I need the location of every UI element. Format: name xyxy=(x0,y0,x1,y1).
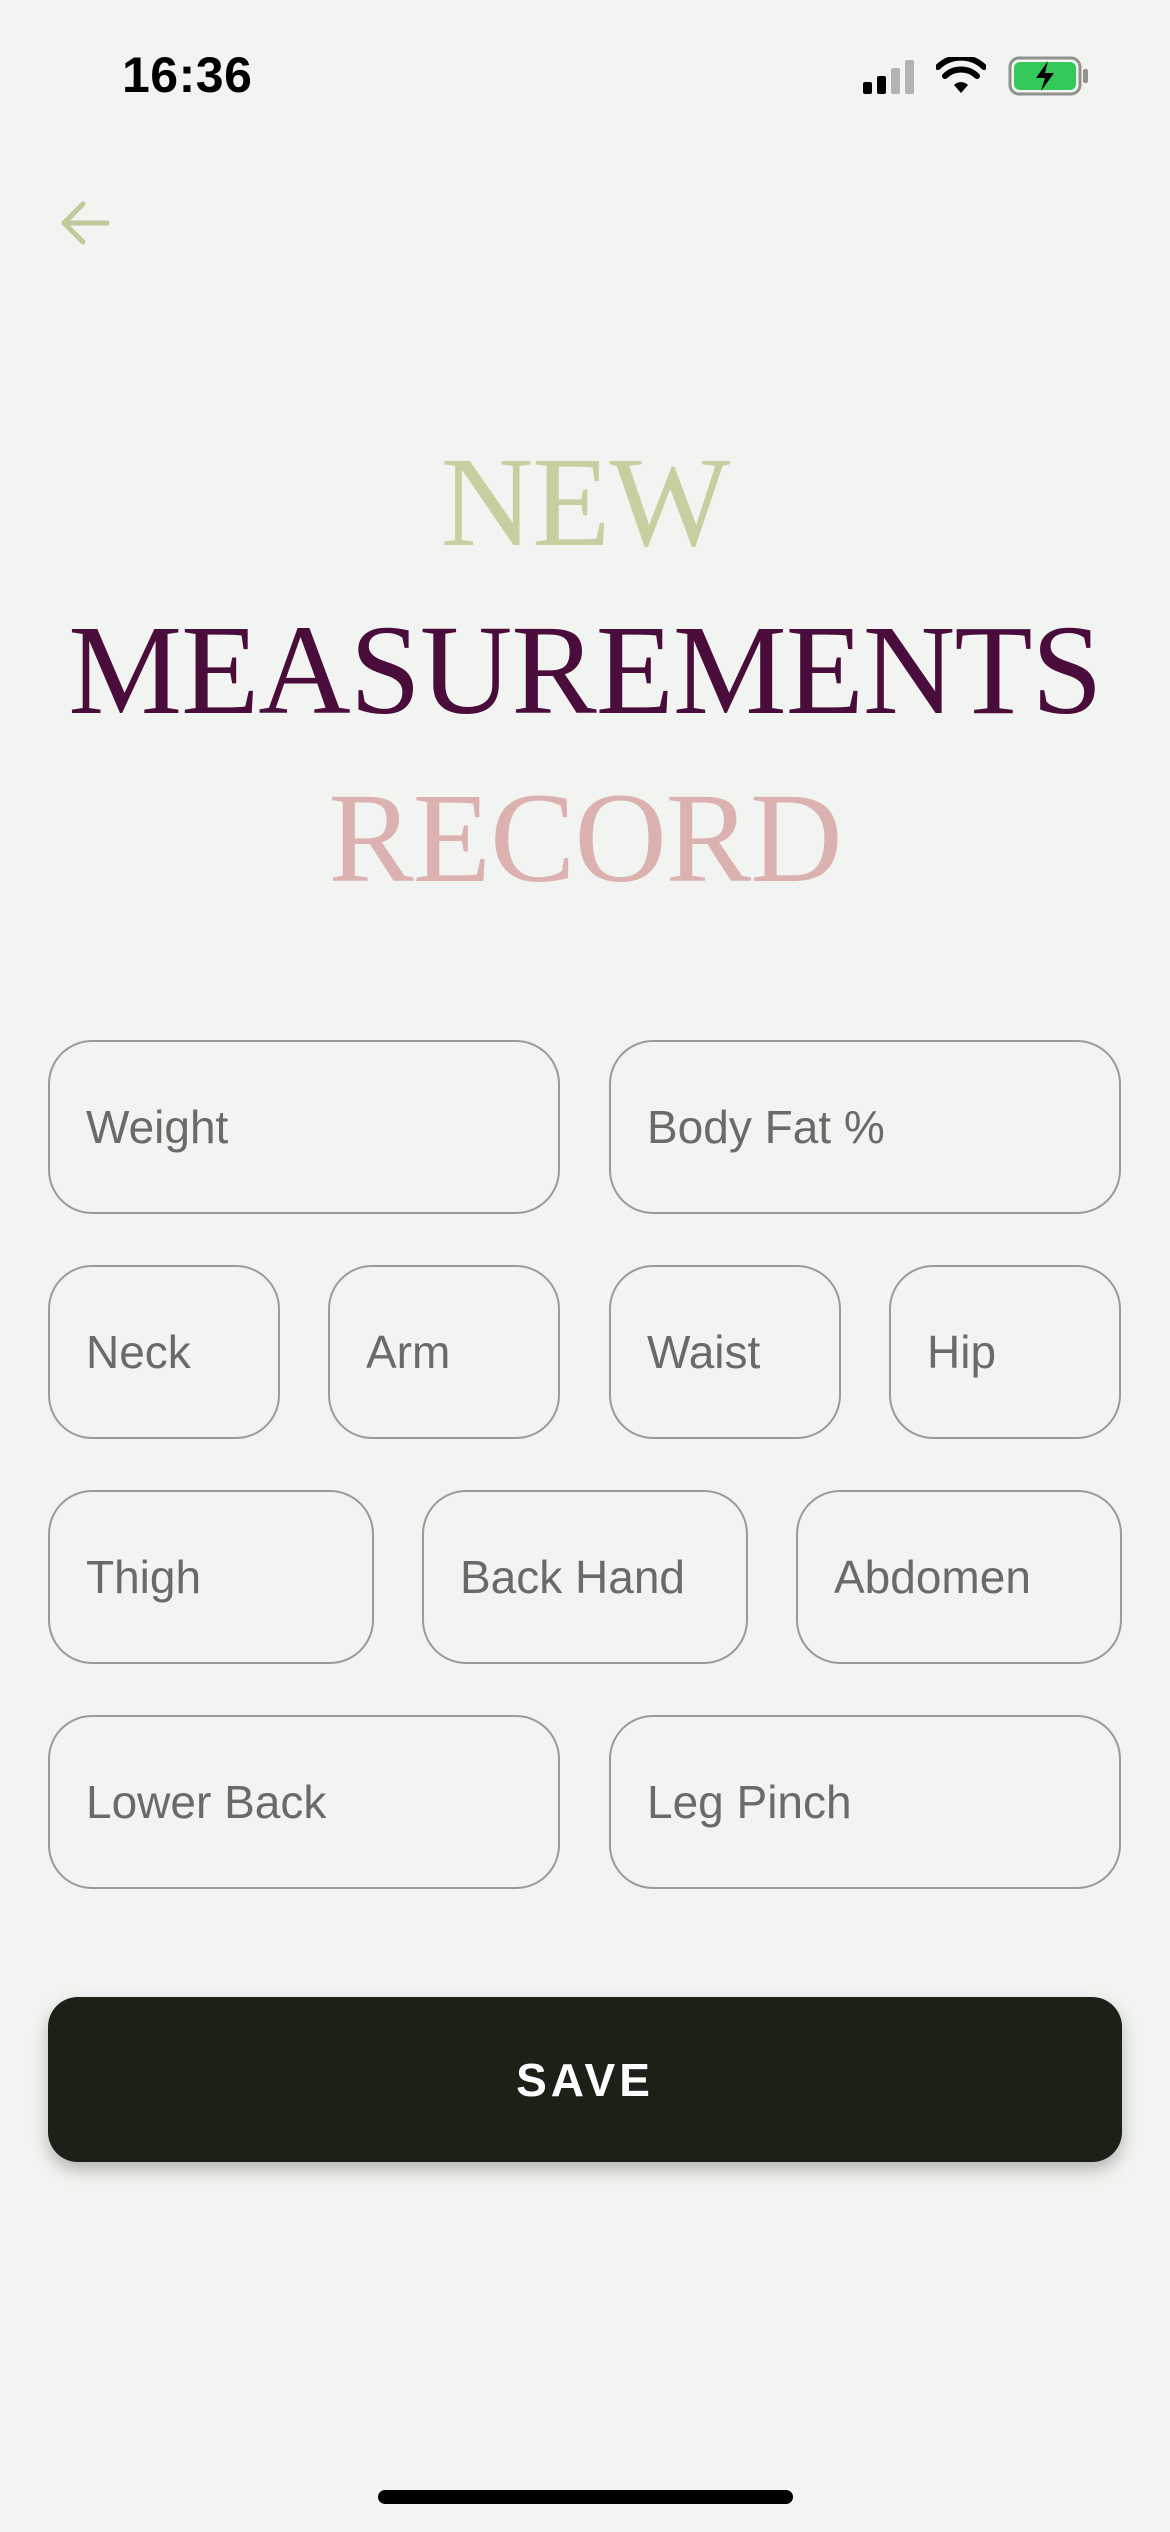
arm-field[interactable] xyxy=(328,1265,560,1439)
back-hand-field[interactable] xyxy=(422,1490,748,1664)
body-fat-field[interactable] xyxy=(609,1040,1121,1214)
lower-back-field[interactable] xyxy=(48,1715,560,1889)
page-title: NEW MEASUREMENTS RECORD xyxy=(0,418,1170,922)
weight-input[interactable] xyxy=(86,1100,558,1154)
waist-input[interactable] xyxy=(647,1325,839,1379)
arm-input[interactable] xyxy=(366,1325,558,1379)
home-indicator[interactable] xyxy=(378,2490,793,2504)
arrow-left-icon xyxy=(61,201,110,245)
waist-field[interactable] xyxy=(609,1265,841,1439)
neck-field[interactable] xyxy=(48,1265,280,1439)
body-fat-input[interactable] xyxy=(647,1100,1119,1154)
back-hand-input[interactable] xyxy=(460,1550,746,1604)
save-button[interactable]: SAVE xyxy=(48,1997,1122,2162)
abdomen-field[interactable] xyxy=(796,1490,1122,1664)
hip-input[interactable] xyxy=(927,1325,1119,1379)
thigh-field[interactable] xyxy=(48,1490,374,1664)
title-record: RECORD xyxy=(328,767,842,909)
abdomen-input[interactable] xyxy=(834,1550,1120,1604)
status-bar: 16:36 xyxy=(0,0,1170,150)
weight-field[interactable] xyxy=(48,1040,560,1214)
status-time: 16:36 xyxy=(122,47,253,103)
screen: 16:36 NEW MEASUREMENTS RECORD Weight Bod… xyxy=(0,0,1170,2532)
wifi-icon xyxy=(936,57,986,93)
hip-field[interactable] xyxy=(889,1265,1121,1439)
title-measurements: MEASUREMENTS xyxy=(68,599,1102,741)
leg-pinch-input[interactable] xyxy=(647,1775,1119,1829)
title-new: NEW xyxy=(440,431,730,573)
back-button[interactable] xyxy=(50,188,120,258)
battery-charging-icon xyxy=(1008,56,1088,96)
leg-pinch-field[interactable] xyxy=(609,1715,1121,1889)
status-icons xyxy=(863,56,1090,96)
neck-input[interactable] xyxy=(86,1325,278,1379)
cellular-signal-icon xyxy=(863,58,914,94)
lower-back-input[interactable] xyxy=(86,1775,558,1829)
thigh-input[interactable] xyxy=(86,1550,372,1604)
